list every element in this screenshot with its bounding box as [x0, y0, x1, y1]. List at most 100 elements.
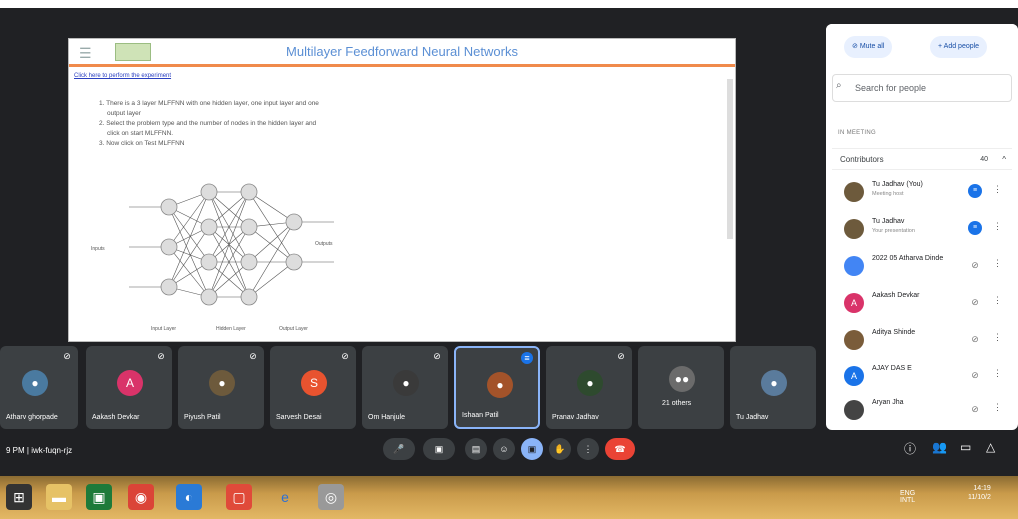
- people-icon[interactable]: 👥: [932, 440, 947, 454]
- mute-all-button[interactable]: ⊘ Mute all: [844, 36, 893, 58]
- mic-toggle-button[interactable]: 🎤: [383, 438, 415, 460]
- avatar: ●: [393, 370, 419, 396]
- participant-tile[interactable]: ⊘ ● Atharv ghorpade: [0, 346, 78, 429]
- mic-off-icon: ⊘: [157, 351, 165, 361]
- search-input[interactable]: Search for people: [832, 74, 1012, 102]
- edge-icon[interactable]: ◐: [176, 484, 202, 510]
- participant-row[interactable]: 2022 05 Atharva Dinde ⊘ ⋮: [840, 252, 1010, 282]
- participant-row[interactable]: Tu Jadhav (You) Meeting host ≡ ⋮: [840, 178, 1010, 208]
- participant-name: Om Hanjule: [368, 414, 405, 421]
- internet-explorer-icon[interactable]: e: [272, 484, 298, 510]
- inputs-label: Inputs: [91, 246, 105, 252]
- add-people-button[interactable]: + Add people: [930, 36, 988, 58]
- mic-off-icon: ⊘: [341, 351, 349, 361]
- participant-tile[interactable]: ⊘ S Sarvesh Desai: [270, 346, 356, 429]
- instructions-list: 1. There is a 3 layer MLFFNN with one hi…: [99, 99, 369, 149]
- participant-row[interactable]: Aditya Shinde ⊘ ⋮: [840, 326, 1010, 356]
- present-button[interactable]: ▣: [521, 438, 543, 460]
- more-options-icon[interactable]: ⋮: [993, 368, 1002, 379]
- meeting-info: 9 PM | iwk-fuqn-rjz: [6, 446, 73, 455]
- mic-off-icon: ⊘: [433, 351, 441, 361]
- avatar: ●: [22, 370, 48, 396]
- speaking-icon: ≡: [968, 184, 982, 198]
- app-icon[interactable]: ◎: [318, 484, 344, 510]
- hidden-layer-label: Hidden Layer: [216, 326, 246, 332]
- instruction-line: output layer: [107, 110, 141, 117]
- meeting-tools: ⓘ 👥 ▭ △: [900, 440, 1018, 464]
- chat-icon[interactable]: ▭: [960, 440, 971, 454]
- leave-call-button[interactable]: ☎: [605, 438, 635, 460]
- clock[interactable]: 14:19 11/10/2: [968, 484, 991, 502]
- more-options-button[interactable]: ⋮: [577, 438, 599, 460]
- activities-icon[interactable]: △: [986, 440, 995, 454]
- participant-tile-active[interactable]: ≡ ● Ishaan Patil: [454, 346, 540, 429]
- participant-name: Sarvesh Desai: [276, 414, 322, 421]
- participant-name: Piyush Patil: [184, 414, 221, 421]
- panel-toolbar: ⊘ Mute all + Add people: [826, 24, 1018, 64]
- avatar: [844, 256, 864, 276]
- instruction-line: 1. There is a 3 layer MLFFNN with one hi…: [99, 100, 319, 107]
- avatar: [844, 219, 864, 239]
- more-options-icon[interactable]: ⋮: [993, 402, 1002, 413]
- more-options-icon[interactable]: ⋮: [993, 221, 1002, 232]
- more-options-icon[interactable]: ⋮: [993, 258, 1002, 269]
- participant-tile[interactable]: ⊘ ● Pranav Jadhav: [546, 346, 632, 429]
- participant-tile[interactable]: ⊘ ● Om Hanjule: [362, 346, 448, 429]
- mic-off-icon: ⊘: [971, 404, 979, 414]
- raise-hand-button[interactable]: ✋: [549, 438, 571, 460]
- instruction-line: click on start MLFFNN.: [107, 130, 174, 137]
- chevron-up-icon[interactable]: ^: [1002, 149, 1006, 171]
- office-icon[interactable]: ▢: [226, 484, 252, 510]
- speaking-icon: ≡: [968, 221, 982, 235]
- people-panel: ⊘ Mute all + Add people ⌕ Search for peo…: [826, 24, 1018, 430]
- avatar: ●: [577, 370, 603, 396]
- slide-title: Multilayer Feedforward Neural Networks: [286, 44, 518, 59]
- neural-network-diagram: Inputs Outputs Input Layer Hidden Layer …: [91, 183, 334, 332]
- avatar: ●: [487, 372, 513, 398]
- others-tile[interactable]: ●● 21 others: [638, 346, 724, 429]
- emoji-button[interactable]: ☺: [493, 438, 515, 460]
- avatar: A: [844, 293, 864, 313]
- participant-row[interactable]: Aryan Jha ⊘ ⋮: [840, 396, 1010, 426]
- mic-off-icon: ⊘: [249, 351, 257, 361]
- participant-name: Pranav Jadhav: [552, 414, 599, 421]
- contributors-header[interactable]: Contributors 40 ^: [832, 148, 1012, 170]
- avatar: A: [117, 370, 143, 396]
- camera-toggle-button[interactable]: ▣: [423, 438, 455, 460]
- instruction-line: 2. Select the problem type and the numbe…: [99, 120, 317, 127]
- participant-name: Aakash Devkar: [92, 414, 140, 421]
- mic-off-icon: ⊘: [971, 370, 979, 380]
- more-options-icon[interactable]: ⋮: [993, 332, 1002, 343]
- participant-row[interactable]: A AJAY DAS E ⊘ ⋮: [840, 362, 1010, 392]
- chrome-icon[interactable]: ◉: [128, 484, 154, 510]
- file-explorer-icon[interactable]: ▬: [46, 484, 72, 510]
- others-label: 21 others: [662, 400, 692, 407]
- avatar: [844, 182, 864, 202]
- participant-tile[interactable]: ⊘ A Aakash Devkar: [86, 346, 172, 429]
- contributors-count: 40: [980, 156, 988, 163]
- excel-icon[interactable]: ▣: [86, 484, 112, 510]
- info-icon[interactable]: ⓘ: [904, 440, 916, 457]
- captions-button[interactable]: ▤: [465, 438, 487, 460]
- participant-name: Atharv ghorpade: [6, 414, 58, 421]
- avatar: ●: [209, 370, 235, 396]
- participant-tile[interactable]: ⊘ ● Piyush Patil: [178, 346, 264, 429]
- participant-name: Ishaan Patil: [462, 412, 499, 419]
- participant-tile[interactable]: ● Tu Jadhav: [730, 346, 816, 429]
- mic-off-icon: ⊘: [971, 260, 979, 270]
- mic-off-icon: ⊘: [63, 351, 71, 361]
- avatar: ●: [761, 370, 787, 396]
- participant-row[interactable]: Tu Jadhav Your presentation ≡ ⋮: [840, 215, 1010, 245]
- more-options-icon[interactable]: ⋮: [993, 184, 1002, 195]
- more-options-icon[interactable]: ⋮: [993, 295, 1002, 306]
- language-indicator[interactable]: ENG INTL: [900, 490, 915, 504]
- avatar: S: [301, 370, 327, 396]
- avatar: [844, 330, 864, 350]
- screen: ☰ Multilayer Feedforward Neural Networks…: [0, 8, 1018, 519]
- slide-scrollbar[interactable]: [727, 79, 733, 239]
- outputs-label: Outputs: [315, 241, 333, 247]
- start-icon[interactable]: ⊞: [6, 484, 32, 510]
- participant-row[interactable]: A Aakash Devkar ⊘ ⋮: [840, 289, 1010, 319]
- experiment-link[interactable]: Click here to perform the experiment: [74, 73, 171, 79]
- speaking-icon: ≡: [521, 352, 533, 364]
